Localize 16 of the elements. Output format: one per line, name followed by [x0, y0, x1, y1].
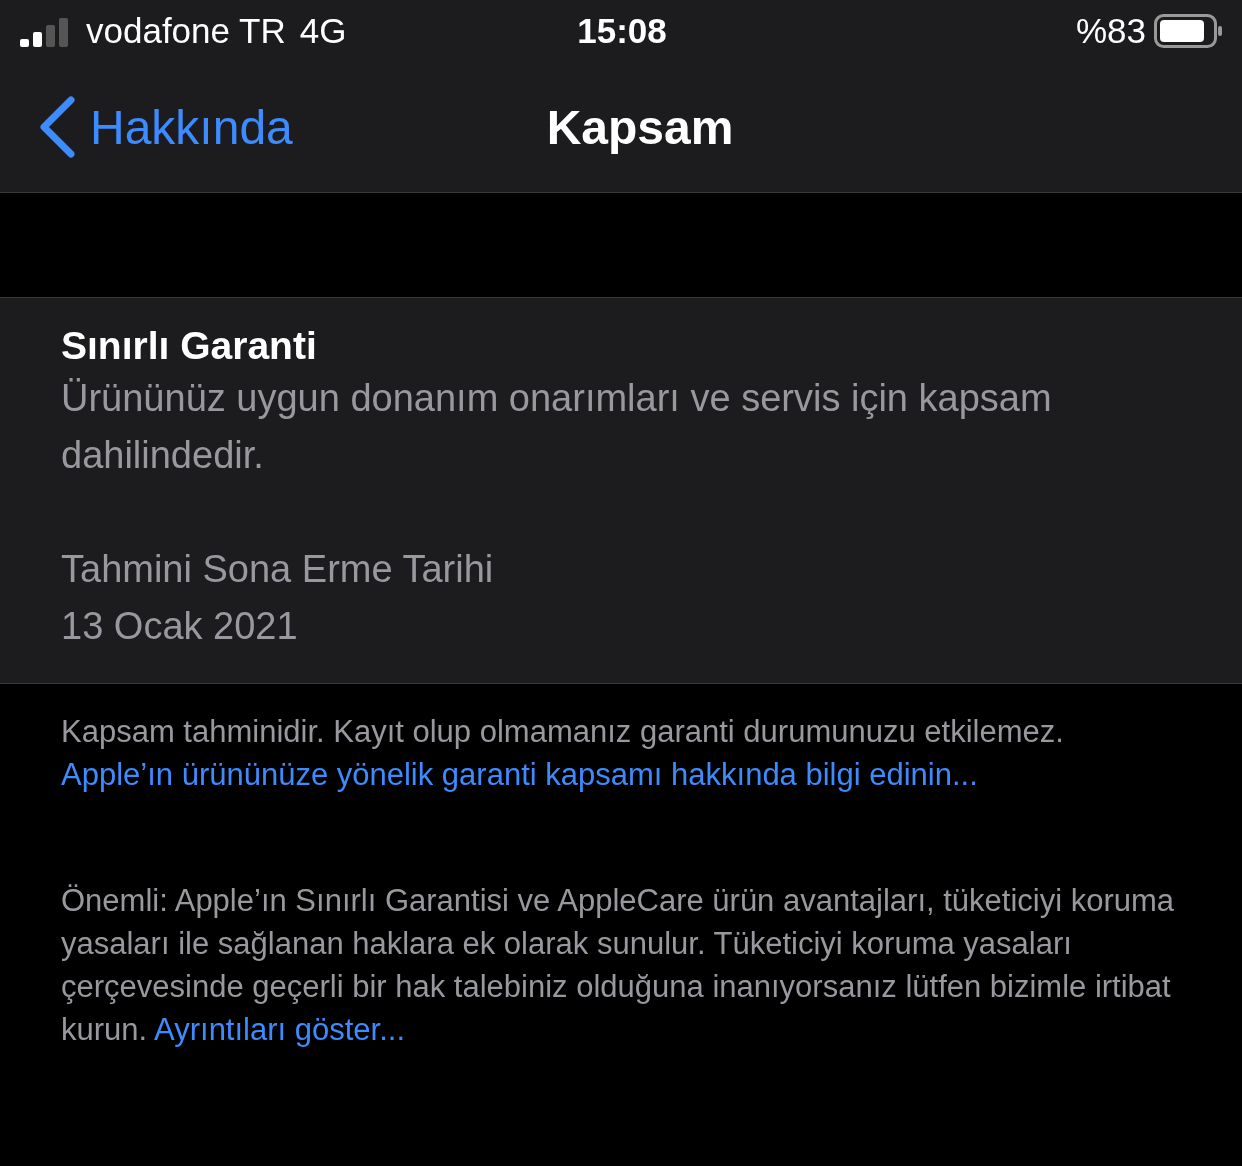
battery-icon — [1154, 14, 1224, 48]
page-title: Kapsam — [546, 99, 734, 155]
back-button[interactable]: Hakkında — [38, 96, 293, 158]
expiry-date: 13 Ocak 2021 — [61, 604, 299, 649]
footer-note: Önemli: Apple’ın Sınırlı Garantisi ve AppleCare ürün avantajları, tüketiciyi koruma yasaları ile sağlanan haklara ek olarak sunulur. Tüketiciyi koruma yasaları çerçevesinde geçerli bir hak talebiniz olduğuna inanıyorsanız lütfen bizimle irtibat kurun. Ayrıntıları göster... — [61, 882, 1176, 1049]
clock: 15:08 — [577, 11, 667, 51]
footer-note: Kapsam tahminidir. Kayıt olup olmamanız garanti durumunuzu etkilemez. Apple’ın ürününüze yönelik garanti kapsamı hakkında bilgi edinin... — [61, 713, 1065, 794]
chevron-left-icon — [38, 96, 76, 158]
battery-percentage: %83 — [1075, 11, 1146, 51]
carrier-name: vodafone TR — [86, 11, 286, 51]
more-info-link[interactable]: Ayrıntıları göster... — [154, 1012, 406, 1047]
warranty-description: Ürününüz uygun donanım onarımları ve servis için kapsam dahilindedir. — [61, 376, 1053, 478]
expiry-label: Tahmini Sona Erme Tarihi — [61, 547, 495, 592]
network-type: 4G — [299, 11, 347, 51]
more-info-link[interactable]: Apple’ın ürününüze yönelik garanti kapsamı hakkında bilgi edinin... — [61, 757, 978, 792]
warranty-title: Sınırlı Garanti — [61, 323, 318, 369]
